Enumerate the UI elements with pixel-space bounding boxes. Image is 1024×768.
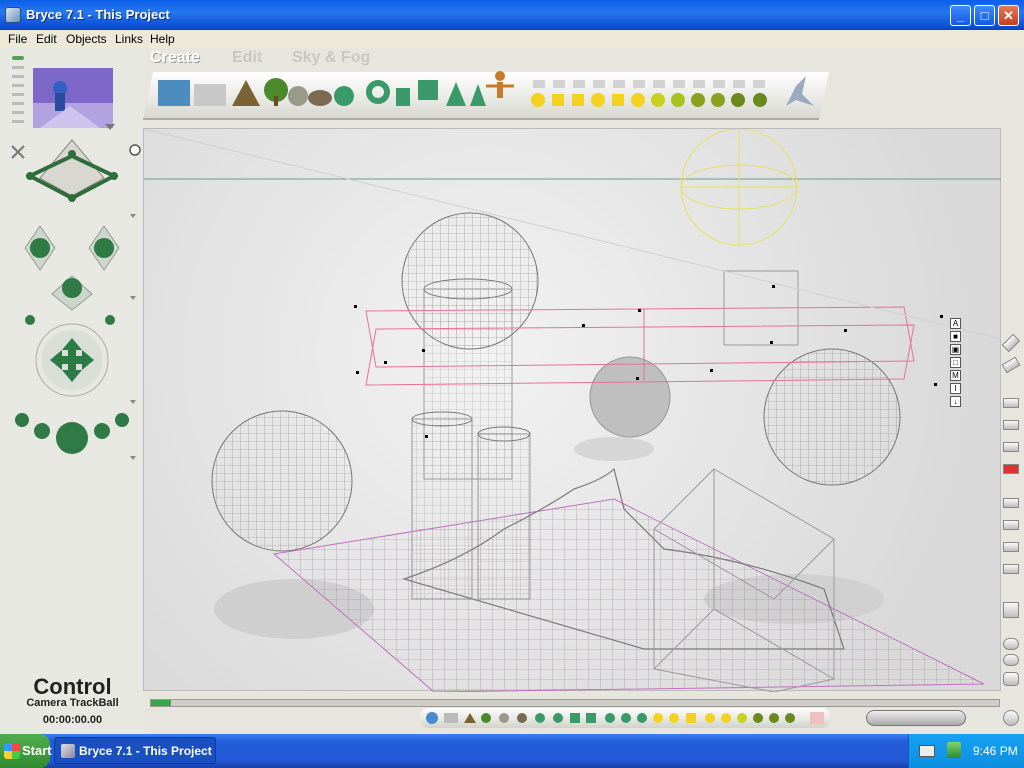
cone-primitive-icon[interactable] — [470, 84, 486, 106]
rock-icon[interactable] — [308, 90, 332, 106]
sphere-right[interactable] — [763, 348, 901, 486]
ground-plane-icon[interactable] — [194, 84, 226, 106]
windows-logo-icon — [4, 743, 20, 759]
start-button[interactable]: Start — [0, 734, 52, 768]
cube-primitive-icon[interactable] — [418, 80, 438, 100]
attributes-button[interactable]: A — [950, 318, 961, 329]
maximize-icon: □ — [980, 8, 989, 23]
globe-icon[interactable] — [1003, 710, 1019, 726]
close-icon: ✕ — [1003, 8, 1014, 23]
pyramid-primitive-icon[interactable] — [446, 82, 466, 106]
camera-cross-control[interactable] — [24, 225, 136, 325]
camera-guide-line — [144, 129, 1002, 340]
menu-bar: File Edit Objects Links Help — [0, 30, 1024, 48]
tree-icon[interactable] — [264, 78, 288, 106]
camera-bank-controls[interactable] — [15, 413, 136, 460]
camera-trackball-icon[interactable] — [35, 323, 136, 404]
human-figure-icon[interactable] — [486, 71, 514, 98]
info-button[interactable]: I — [950, 383, 961, 394]
display-mode-icon[interactable] — [1003, 498, 1019, 508]
sphere-primitive-icon[interactable] — [334, 86, 354, 106]
tab-sky-fog[interactable]: Sky & Fog — [292, 49, 370, 67]
camera-x-icon[interactable] — [11, 145, 25, 159]
network-icon[interactable] — [947, 742, 961, 758]
window-title: Bryce 7.1 - This Project — [26, 7, 170, 22]
display-mode-icon[interactable] — [1003, 542, 1019, 552]
material-editor-button[interactable]: M — [950, 370, 961, 381]
sphere-shadow — [574, 437, 654, 461]
selection-palette[interactable] — [420, 708, 830, 728]
maximize-button[interactable]: □ — [974, 5, 995, 26]
sphere-small-center[interactable] — [589, 356, 671, 438]
timeline-progress — [151, 700, 171, 706]
water-plane-icon[interactable] — [158, 80, 190, 106]
lab-terrain-icon[interactable] — [288, 86, 308, 106]
render-stop-icon[interactable] — [1003, 464, 1019, 474]
link-button[interactable]: ▣ — [950, 344, 961, 355]
taskbar-item-label: Bryce 7.1 - This Project — [79, 744, 212, 758]
terrain-icon[interactable] — [232, 80, 260, 106]
close-button[interactable]: ✕ — [998, 5, 1019, 26]
light-sphere-wireframe[interactable] — [680, 129, 798, 246]
tab-create[interactable]: Create — [150, 49, 200, 67]
menu-file[interactable]: File — [8, 32, 27, 46]
camera-view-pyramid[interactable] — [25, 139, 136, 218]
material-button[interactable]: ■ — [950, 331, 961, 342]
bryce-app-icon[interactable] — [5, 7, 21, 23]
minimize-button[interactable]: _ — [950, 5, 971, 26]
nano-preview[interactable] — [33, 68, 115, 130]
menu-links[interactable]: Links — [115, 32, 143, 46]
control-time: 00:00:00.00 — [42, 714, 103, 726]
start-label: Start — [22, 743, 52, 758]
tab-edit[interactable]: Edit — [232, 49, 262, 67]
cylinder-wireframe-right[interactable] — [477, 426, 531, 600]
animation-transport-controls[interactable] — [866, 710, 966, 726]
cylinder-primitive-icon[interactable] — [396, 88, 410, 106]
preview-options-bars[interactable] — [12, 56, 24, 123]
pan-hand-icon[interactable] — [1003, 672, 1019, 686]
sphere-left[interactable] — [211, 410, 353, 552]
left-control-panel — [0, 48, 145, 734]
view-option-icon[interactable] — [1003, 398, 1019, 408]
zoom-in-icon[interactable] — [1003, 638, 1019, 650]
view-option-icon[interactable] — [1003, 442, 1019, 452]
cube-view-icon[interactable] — [1003, 602, 1019, 618]
clock: 9:46 PM — [973, 744, 1018, 758]
bryce-window: Bryce 7.1 - This Project _ □ ✕ File Edit… — [0, 0, 1024, 734]
light-star-icon[interactable] — [786, 76, 814, 106]
gray-primitives-row[interactable] — [533, 80, 765, 88]
cylinder-wireframe-left[interactable] — [411, 411, 473, 600]
display-mode-icon[interactable] — [1003, 564, 1019, 574]
animation-timeline[interactable] — [150, 699, 1000, 707]
view-option-icon[interactable] — [1003, 420, 1019, 430]
keyboard-icon[interactable] — [919, 745, 935, 757]
menu-help[interactable]: Help — [150, 32, 175, 46]
torus-icon[interactable] — [366, 80, 390, 104]
system-tray: 9:46 PM — [908, 734, 1024, 768]
minimize-icon: _ — [956, 8, 965, 23]
zoom-out-icon[interactable] — [1003, 654, 1019, 666]
display-mode-icon[interactable] — [1003, 520, 1019, 530]
bryce-app-icon — [61, 744, 75, 758]
render-toggle-icon[interactable] — [129, 144, 141, 156]
title-bar[interactable]: Bryce 7.1 - This Project _ □ ✕ — [0, 0, 1024, 30]
create-object-icons — [158, 71, 814, 107]
yellow-primitives-icons[interactable] — [531, 93, 767, 107]
3d-viewport[interactable] — [143, 128, 1002, 692]
drop-button[interactable]: ↓ — [950, 396, 961, 407]
menu-edit[interactable]: Edit — [36, 32, 57, 46]
taskbar-item-bryce[interactable]: Bryce 7.1 - This Project — [54, 737, 216, 764]
menu-objects[interactable]: Objects — [66, 32, 107, 46]
target-button[interactable]: □ — [950, 357, 961, 368]
control-mode: Camera TrackBall — [26, 697, 119, 709]
